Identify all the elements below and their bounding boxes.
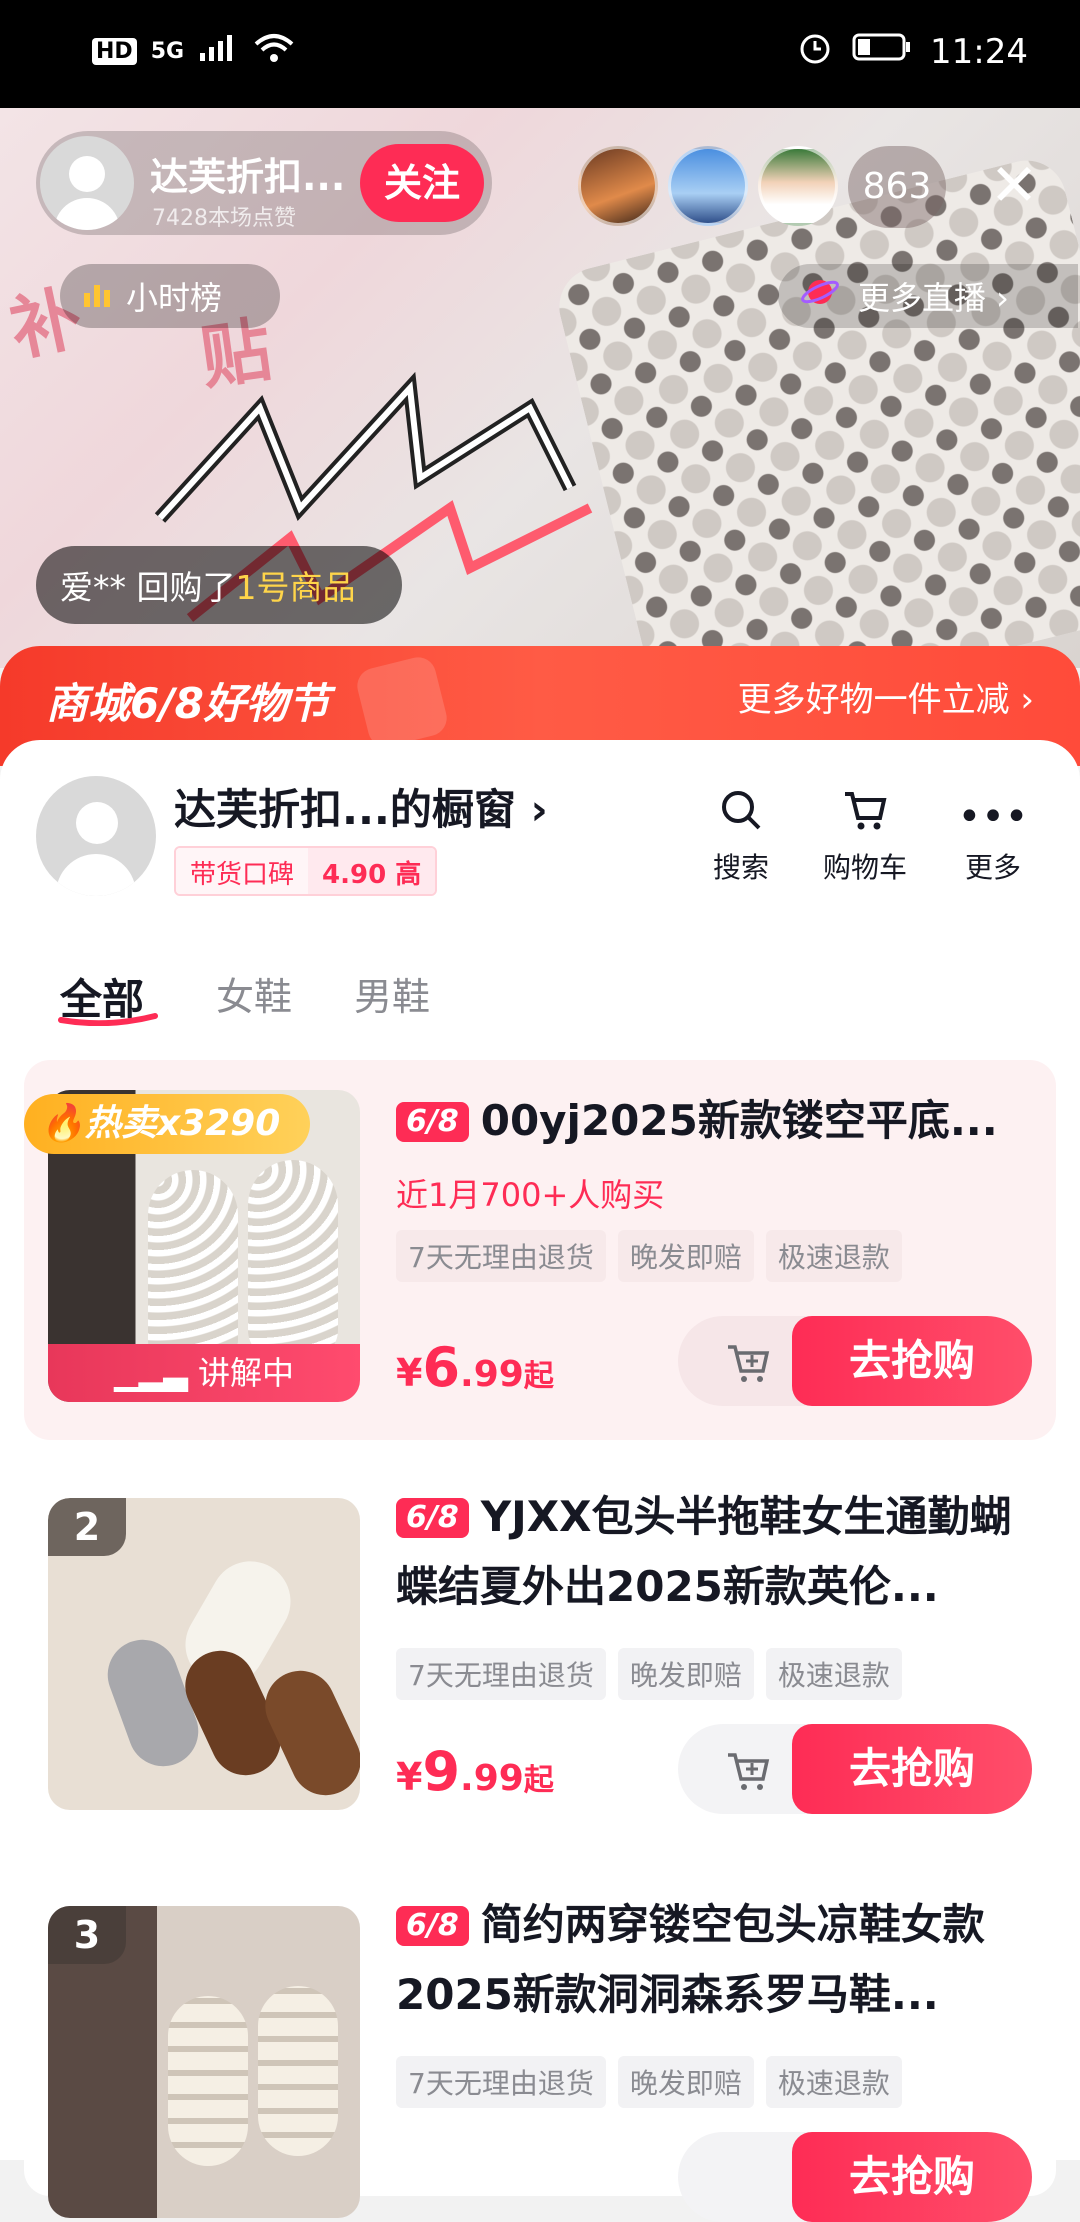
product-price: ¥6.99起: [396, 1336, 554, 1399]
rank-label: 小时榜: [126, 279, 223, 317]
product-image[interactable]: 2: [48, 1498, 360, 1810]
service-chip: 极速退款: [765, 1230, 902, 1282]
toast-user: 爱**: [60, 568, 126, 607]
shoe-graphic: [168, 1996, 248, 2166]
hourly-rank-button[interactable]: 小时榜: [60, 264, 280, 328]
cart-tool[interactable]: 购物车: [810, 788, 920, 886]
service-chips: 7天无理由退货 晚发即赔 极速退款: [396, 1648, 902, 1700]
service-chip: 7天无理由退货: [396, 2056, 606, 2108]
promo-link[interactable]: 更多好物一件立减 ›: [738, 672, 1034, 721]
shoe-graphic: [248, 1160, 338, 1360]
tab-underline: [58, 1013, 158, 1026]
toast-item: 1号商品: [235, 568, 356, 607]
status-right: 11:24: [796, 28, 1028, 75]
viewer-avatar[interactable]: [578, 146, 658, 226]
search-tool[interactable]: 搜索: [686, 788, 796, 886]
reputation-label: 带货口碑: [176, 848, 309, 894]
hot-sale-tag: 🔥热卖x3290: [24, 1094, 311, 1154]
hd-icon: HD: [92, 37, 137, 65]
explaining-badge: ▁▂▃ 讲解中: [48, 1344, 360, 1402]
search-label: 搜索: [712, 851, 769, 884]
buy-group: 去抢购: [678, 1724, 1032, 1814]
product-title[interactable]: 6/8 YJXX包头半拖鞋女生通勤蝴蝶结夏外出2025新款英伦...: [396, 1482, 1036, 1622]
status-left: HD 5G: [92, 32, 296, 70]
host-name[interactable]: 达芙折扣...: [150, 146, 345, 201]
shoe-graphic: [258, 1986, 338, 2156]
follow-button[interactable]: 关注: [360, 144, 484, 222]
service-chip: 7天无理由退货: [396, 1648, 606, 1700]
service-chip: 晚发即赔: [617, 1230, 754, 1282]
promo-title: 商城6/8好物节: [46, 679, 330, 728]
service-chip: 极速退款: [765, 1648, 902, 1700]
grab-button[interactable]: 去抢购: [792, 2132, 1032, 2222]
service-chip: 极速退款: [765, 2056, 902, 2108]
host-likes: 7428本场点赞: [152, 206, 296, 231]
product-card[interactable]: 3 6/8 简约两穿镂空包头凉鞋女款2025新款洞洞森系罗马鞋... 7天无理由退…: [24, 1876, 1056, 2222]
grab-button[interactable]: 去抢购: [792, 1724, 1032, 1814]
more-live-button[interactable]: 更多直播 ›: [778, 264, 1078, 328]
tab-women-shoes[interactable]: 女鞋: [216, 966, 292, 1021]
product-title[interactable]: 6/8 00yj2025新款镂空平底...: [396, 1086, 1036, 1156]
more-label: 更多: [964, 851, 1021, 884]
buy-group: 去抢购: [678, 2132, 1032, 2222]
purchase-toast: 爱** 回购了 1号商品: [36, 546, 402, 624]
more-live-label: 更多直播 ›: [858, 279, 1009, 317]
service-chips: 7天无理由退货 晚发即赔 极速退款: [396, 1230, 902, 1282]
knit-texture: [550, 152, 1080, 668]
rank-badge: 2: [48, 1498, 126, 1556]
promo-618-tag: 6/8: [396, 1102, 469, 1142]
rank-badge: 3: [48, 1906, 126, 1964]
promo-618-tag: 6/8: [396, 1498, 469, 1538]
product-price: ¥9.99起: [396, 1740, 554, 1803]
service-chip: 晚发即赔: [617, 1648, 754, 1700]
clock-time: 11:24: [930, 31, 1028, 72]
rank-bars-icon: [82, 277, 112, 315]
live-bars-icon: ▁▂▃: [113, 1354, 188, 1392]
battery-icon: [852, 31, 912, 72]
alarm-icon: [796, 28, 834, 75]
status-bar: HD 5G 11:24: [0, 0, 1080, 108]
service-chips: 7天无理由退货 晚发即赔 极速退款: [396, 2056, 902, 2108]
product-title[interactable]: 6/8 简约两穿镂空包头凉鞋女款2025新款洞洞森系罗马鞋...: [396, 1890, 1036, 2030]
network-5g-icon: 5G: [150, 38, 185, 64]
shoe-graphic: [148, 1170, 238, 1370]
close-icon[interactable]: ✕: [984, 150, 1044, 220]
grab-button[interactable]: 去抢购: [792, 1316, 1032, 1406]
shop-avatar[interactable]: [36, 776, 156, 896]
viewer-avatar[interactable]: [668, 146, 748, 226]
wifi-icon: [252, 32, 296, 70]
discount-bag-icon: [353, 653, 451, 751]
more-tool[interactable]: ••• 更多: [938, 788, 1048, 886]
sales-count: 近1月700+人购买: [396, 1176, 665, 1214]
promo-618-tag: 6/8: [396, 1906, 469, 1946]
search-icon: [686, 788, 796, 846]
planet-icon: [800, 272, 840, 320]
reputation-badge[interactable]: 带货口碑 4.90 高: [174, 846, 438, 896]
reputation-value: 4.90 高: [308, 848, 436, 894]
viewer-count[interactable]: 863: [848, 146, 946, 228]
product-card[interactable]: ▁▂▃ 讲解中 🔥热卖x3290 6/8 00yj2025新款镂空平底... 近1…: [24, 1060, 1056, 1440]
tab-men-shoes[interactable]: 男鞋: [354, 966, 430, 1021]
cart-label: 购物车: [822, 851, 907, 884]
service-chip: 7天无理由退货: [396, 1230, 606, 1282]
shop-title[interactable]: 达芙折扣...的橱窗 ›: [174, 776, 548, 837]
service-chip: 晚发即赔: [617, 2056, 754, 2108]
toast-action: 回购了: [136, 568, 236, 607]
host-avatar[interactable]: [40, 136, 134, 230]
add-cart-icon: [728, 1345, 770, 1382]
more-icon: •••: [957, 794, 1029, 840]
add-cart-icon: [728, 1753, 770, 1790]
cart-icon: [810, 788, 920, 846]
product-card[interactable]: 2 6/8 YJXX包头半拖鞋女生通勤蝴蝶结夏外出2025新款英伦... 7天无理…: [24, 1468, 1056, 1848]
signal-icon: [198, 33, 238, 69]
viewer-avatar[interactable]: [758, 146, 838, 226]
product-image[interactable]: 3: [48, 1906, 360, 2218]
buy-group: 去抢购: [678, 1316, 1032, 1406]
